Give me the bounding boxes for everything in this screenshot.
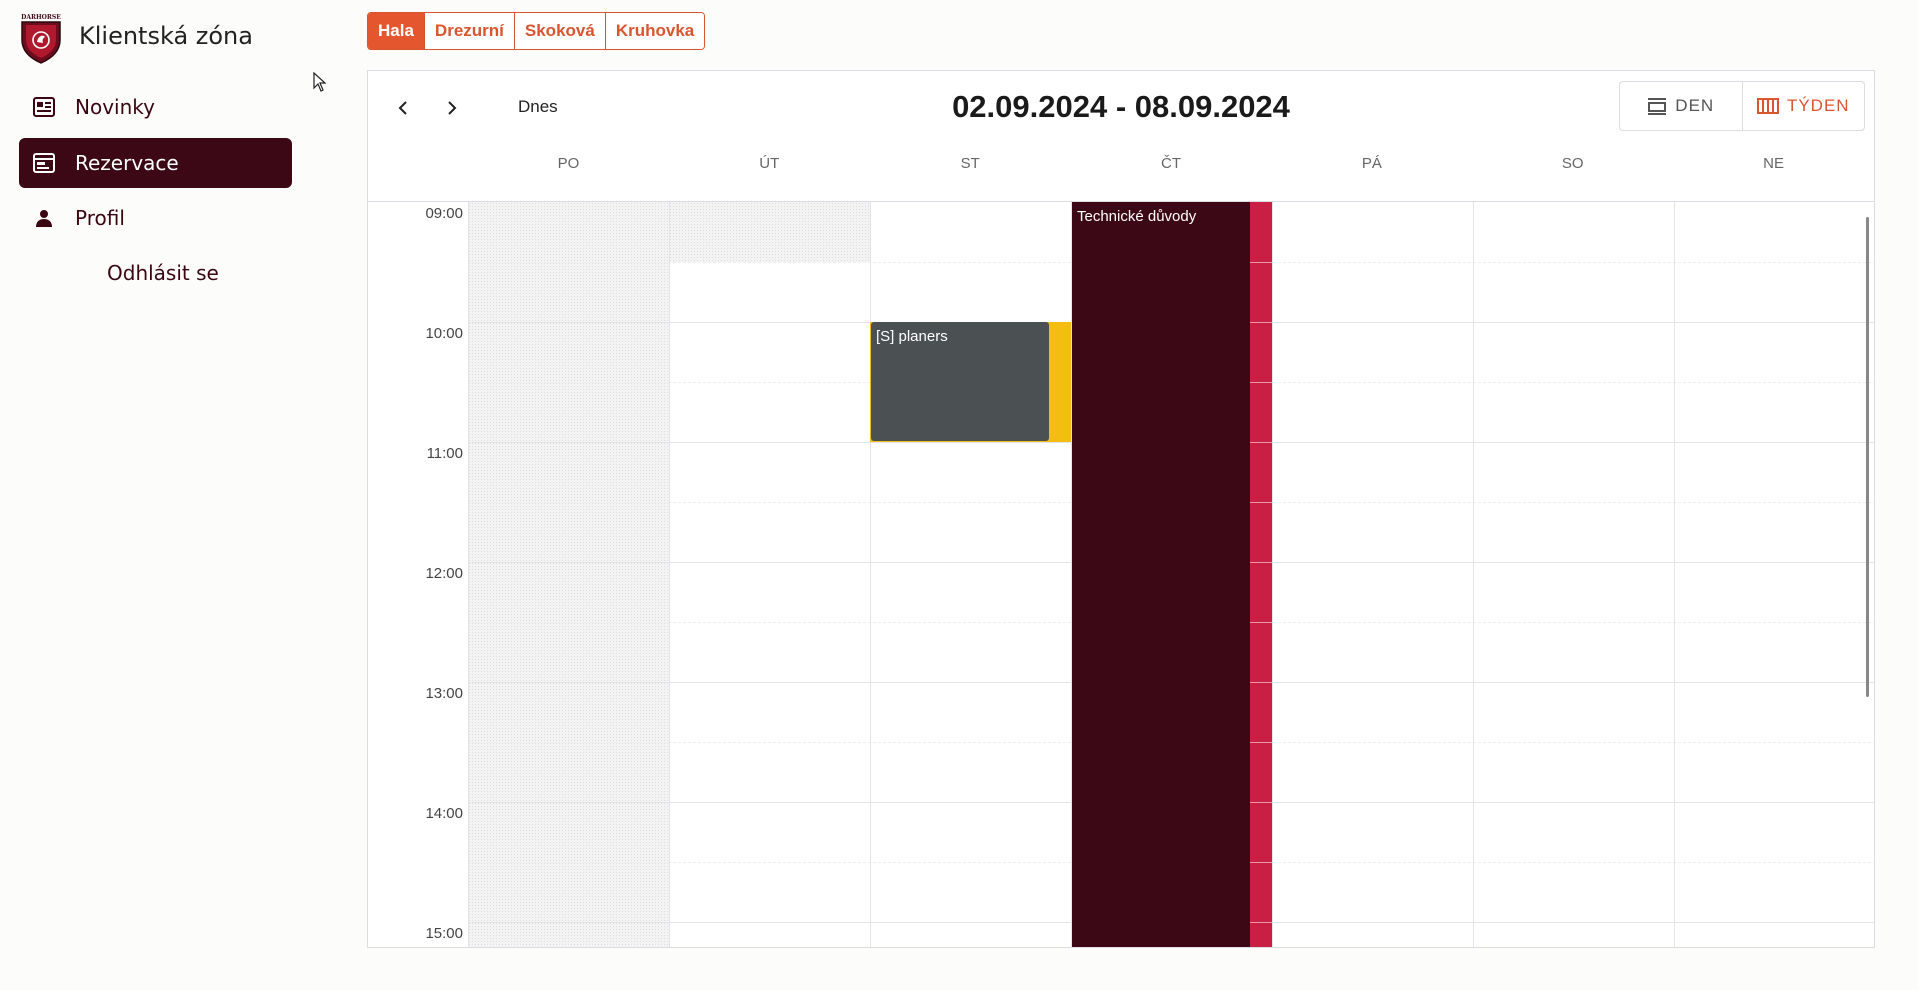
logout-link[interactable]: Odhlásit se — [107, 261, 219, 285]
tab-hala[interactable]: Hala — [368, 13, 425, 49]
time-label: 15:00 — [425, 925, 463, 942]
grid-line — [1473, 202, 1474, 947]
day-headers: PO ÚT ST ČT PÁ SO NE — [468, 155, 1874, 185]
blocked-slot — [468, 202, 669, 947]
week-view-icon — [1756, 98, 1779, 114]
time-label: 12:00 — [425, 565, 463, 582]
sidebar-item-label: Novinky — [75, 95, 155, 119]
day-view-button[interactable]: DEN — [1620, 82, 1743, 130]
app-logo: DARHORSE — [21, 14, 61, 64]
sidebar-item-label: Profil — [75, 206, 125, 230]
day-header-po: PO — [557, 155, 580, 172]
mouse-cursor-icon — [313, 72, 327, 92]
tab-skokova[interactable]: Skoková — [514, 13, 606, 49]
day-view-icon — [1648, 98, 1667, 115]
blocked-slot — [669, 202, 870, 262]
view-label: DEN — [1675, 96, 1715, 115]
view-switch: DEN TÝDEN — [1619, 81, 1865, 131]
event-title: Technické důvody — [1077, 208, 1197, 225]
day-header-st: ST — [960, 155, 980, 172]
day-header-ut: ÚT — [759, 155, 780, 172]
grid-line — [1272, 202, 1273, 947]
sidebar-item-novinky[interactable]: Novinky — [19, 82, 292, 132]
day-header-so: SO — [1561, 155, 1584, 172]
time-label: 13:00 — [425, 685, 463, 702]
tab-kruhovka[interactable]: Kruhovka — [605, 13, 705, 49]
sidebar-item-label: Rezervace — [75, 151, 179, 175]
grid-line — [669, 202, 670, 947]
scrollbar[interactable] — [1866, 217, 1869, 697]
grid-line — [870, 202, 871, 947]
time-grid: 09:00 10:00 11:00 12:00 13:00 14:00 15:0… — [368, 201, 1874, 947]
resource-tabs: Hala Drezurní Skoková Kruhovka — [367, 12, 706, 50]
person-icon — [31, 205, 57, 231]
svg-text:DARHORSE: DARHORSE — [21, 14, 61, 21]
calendar-icon — [31, 150, 57, 176]
time-label: 11:00 — [426, 445, 463, 462]
grid-line — [1674, 202, 1675, 947]
day-header-ct: ČT — [1161, 155, 1181, 172]
time-label: 14:00 — [425, 805, 463, 822]
sidebar-item-rezervace[interactable]: Rezervace — [19, 138, 292, 188]
time-label: 10:00 — [425, 325, 463, 342]
sidebar-item-profil[interactable]: Profil — [19, 193, 292, 243]
day-header-pa: PÁ — [1361, 155, 1382, 172]
app-title: Klientská zóna — [79, 22, 253, 50]
grid-line — [468, 202, 469, 947]
tab-drezurni[interactable]: Drezurní — [424, 13, 515, 49]
day-header-ne: NE — [1763, 155, 1784, 172]
calendar-panel: Dnes 02.09.2024 - 08.09.2024 DEN TÝDEN P… — [367, 70, 1875, 948]
event-technicke-duvody[interactable]: Technické důvody — [1072, 202, 1250, 947]
week-view-button[interactable]: TÝDEN — [1743, 82, 1865, 130]
view-label: TÝDEN — [1786, 96, 1850, 115]
newspaper-icon — [31, 94, 57, 120]
time-label: 09:00 — [425, 205, 463, 222]
event-planers[interactable]: [S] planers — [871, 322, 1049, 441]
event-title: [S] planers — [876, 328, 948, 345]
